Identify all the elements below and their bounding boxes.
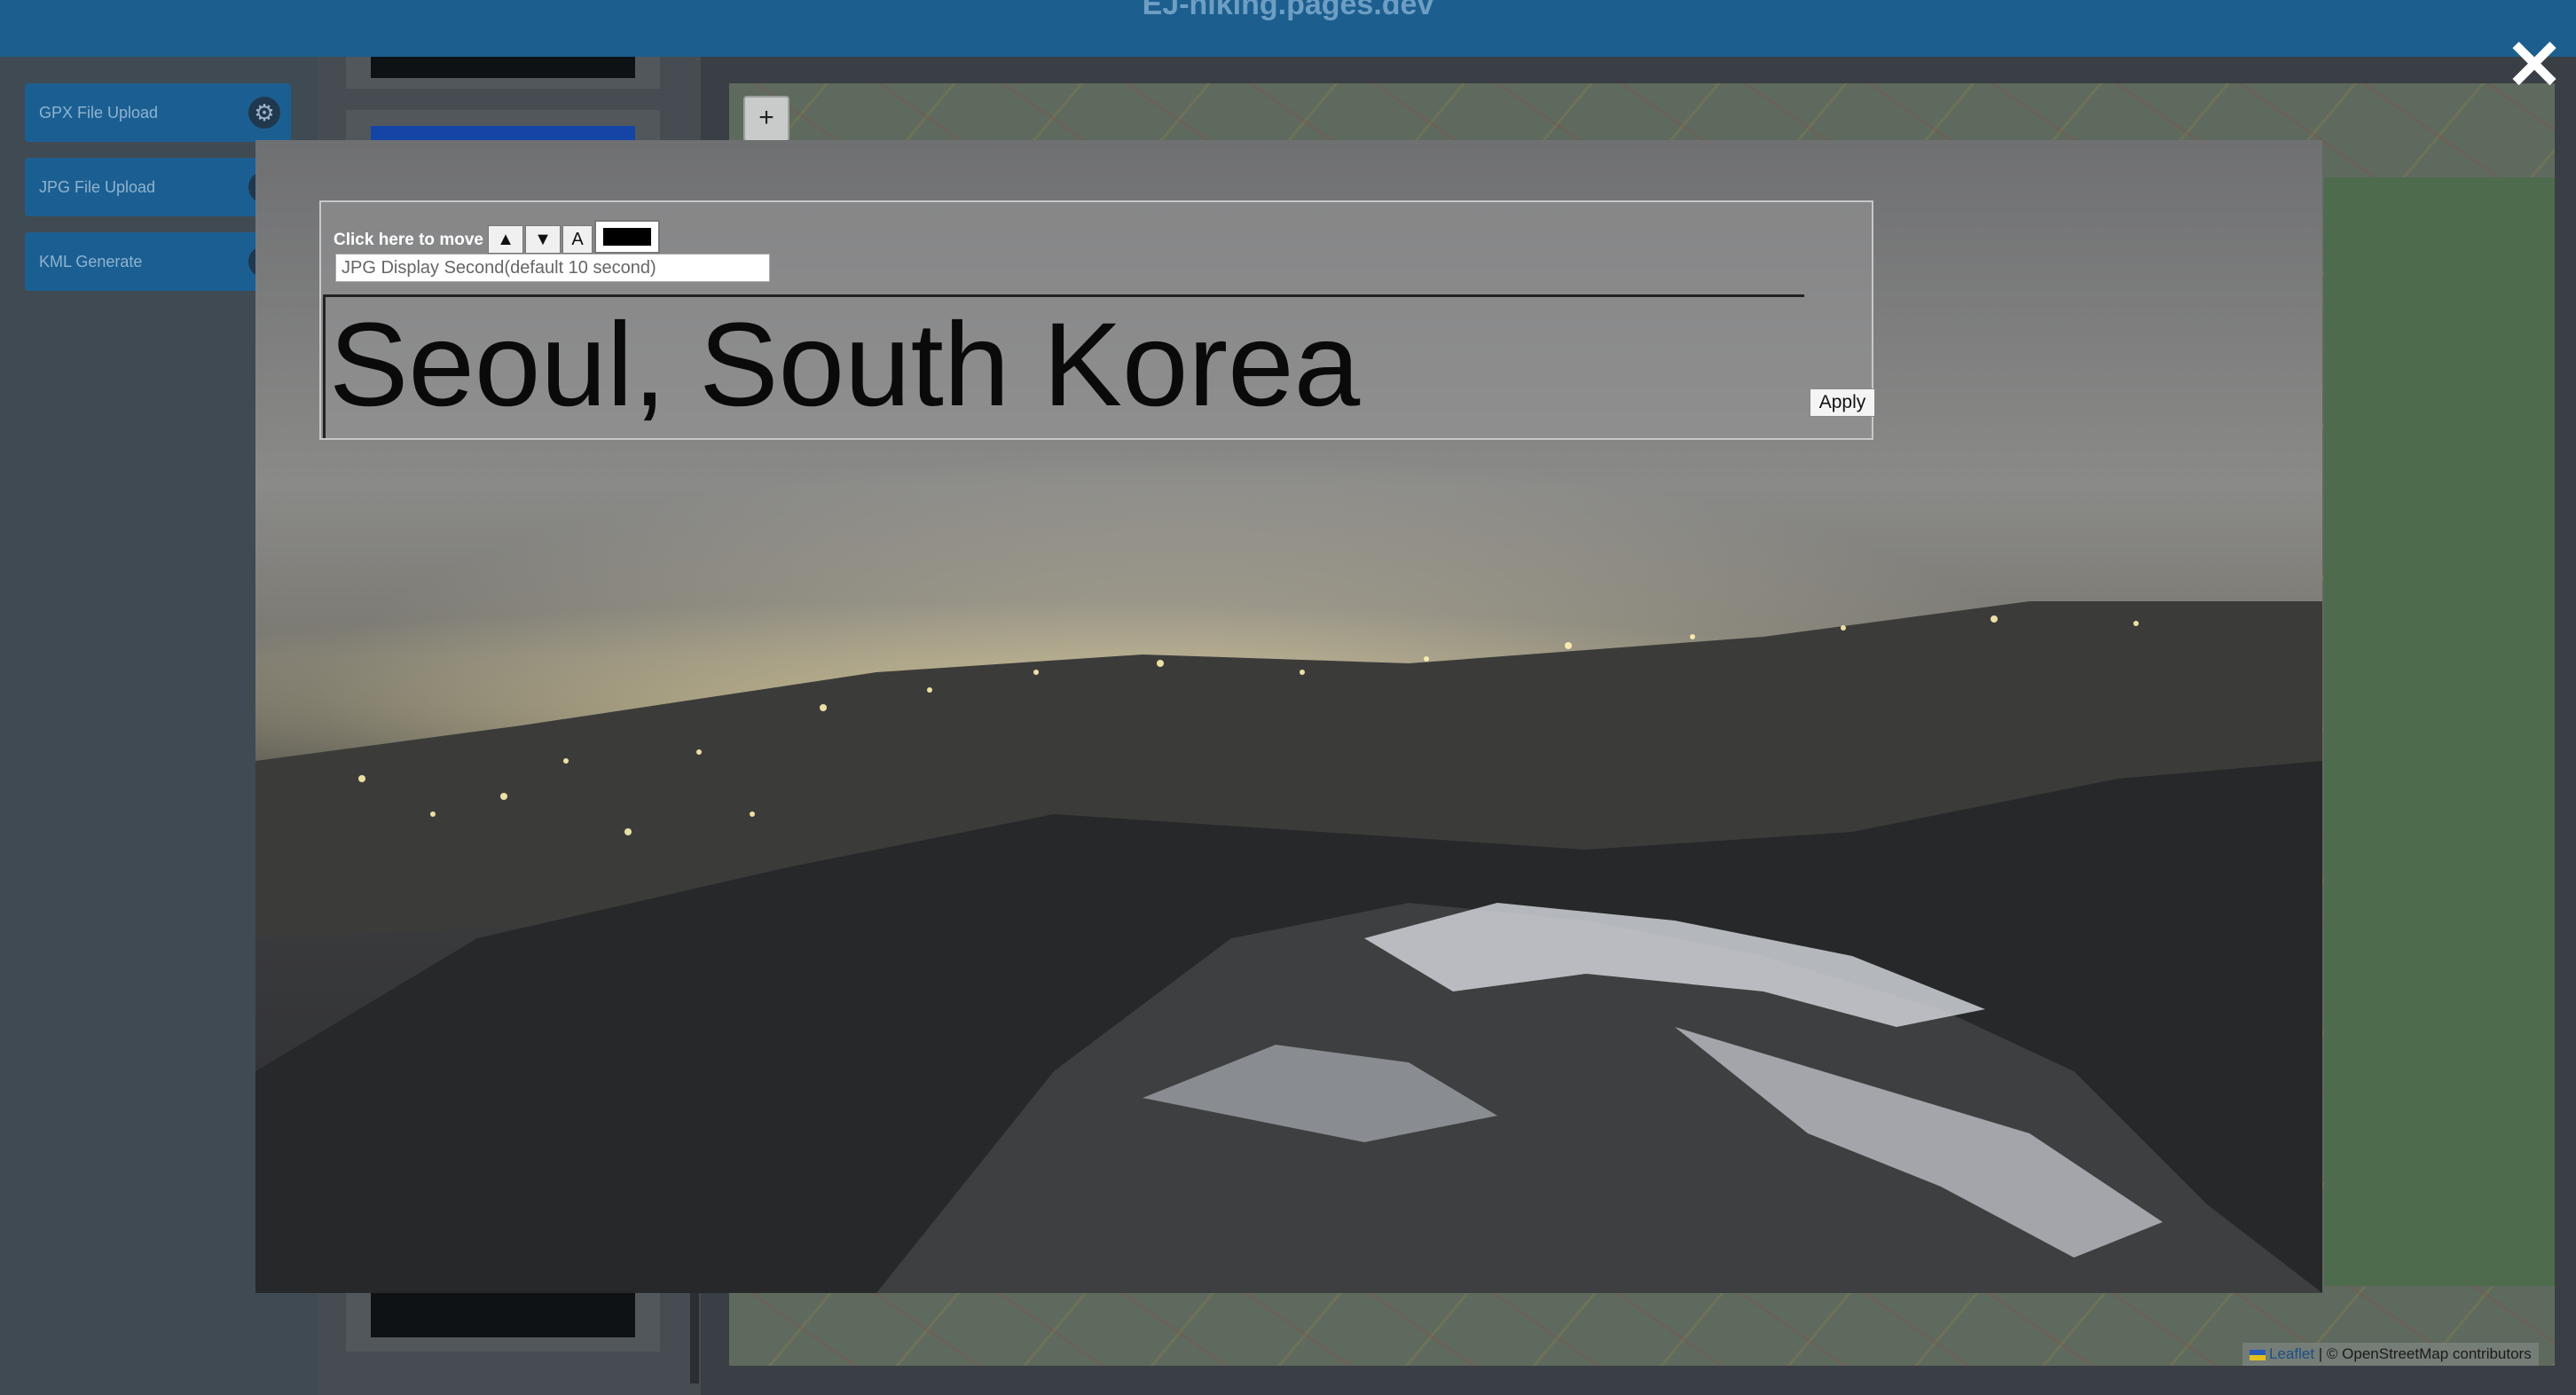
top-bar: EJ-hiking.pages.dev <box>0 0 2576 57</box>
close-icon[interactable]: ✕ <box>2503 30 2565 99</box>
kml-generate-button[interactable]: KML Generate ⚙ <box>25 232 291 291</box>
map-park-area <box>2324 177 2555 1286</box>
photo-card[interactable] <box>346 1293 660 1352</box>
leaflet-link[interactable]: Leaflet <box>2269 1345 2314 1362</box>
caption-editor[interactable]: Click here to move ▲ ▼ A Seoul, South Ko… <box>319 200 1875 440</box>
photo-thumbnail <box>371 57 635 78</box>
move-handle[interactable]: Click here to move <box>334 231 483 250</box>
gpx-file-upload-label: GPX File Upload <box>39 104 159 121</box>
text-color-picker[interactable] <box>594 220 660 254</box>
font-size-down-button[interactable]: ▼ <box>525 225 561 254</box>
jpg-file-upload-button[interactable]: JPG File Upload ⚙ <box>25 158 291 216</box>
zoom-in-button[interactable]: + <box>743 96 789 142</box>
photo-viewer-modal: Click here to move ▲ ▼ A Seoul, South Ko… <box>255 140 2322 1293</box>
ukraine-flag-icon <box>2250 1349 2266 1360</box>
jpg-file-upload-label: JPG File Upload <box>39 178 156 196</box>
site-title: EJ-hiking.pages.dev <box>1142 0 1434 21</box>
font-size-up-button[interactable]: ▲ <box>488 225 523 254</box>
display-seconds-input[interactable] <box>335 254 770 282</box>
kml-generate-label: KML Generate <box>39 253 143 270</box>
apply-button[interactable]: Apply <box>1810 388 1875 417</box>
map-attribution: Leaflet | © OpenStreetMap contributors <box>2242 1343 2539 1366</box>
gpx-file-upload-button[interactable]: GPX File Upload ⚙ <box>25 83 291 142</box>
gear-icon[interactable]: ⚙ <box>248 97 280 129</box>
caption-textarea[interactable]: Seoul, South Korea <box>323 294 1804 438</box>
caption-text: Seoul, South Korea <box>329 299 1361 431</box>
osm-attribution-text: | © OpenStreetMap contributors <box>2314 1345 2532 1362</box>
photo-card[interactable] <box>346 57 660 89</box>
photo-thumbnail <box>371 1293 635 1337</box>
color-swatch-fill <box>603 228 651 246</box>
font-button[interactable]: A <box>562 225 593 254</box>
